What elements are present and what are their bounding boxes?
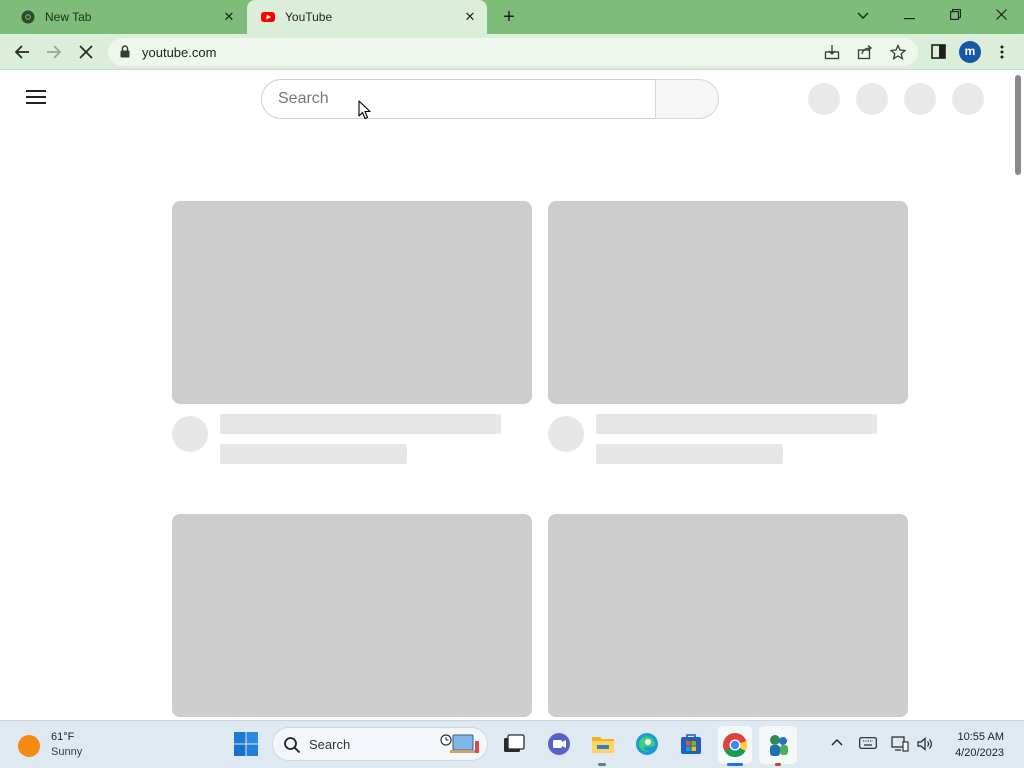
side-panel-icon[interactable]: [926, 40, 950, 64]
search-box[interactable]: [261, 79, 657, 119]
network-icon[interactable]: [890, 734, 910, 755]
restore-button[interactable]: [941, 4, 969, 26]
edge-icon[interactable]: [633, 730, 661, 758]
lock-icon[interactable]: [120, 45, 132, 59]
running-indicator: [775, 763, 781, 766]
close-tab-icon[interactable]: ✕: [463, 10, 477, 24]
header-placeholder-circle: [952, 83, 984, 115]
weather-temperature: 61°F: [51, 731, 75, 743]
sun-icon: [18, 735, 40, 757]
scrollbar-thumb[interactable]: [1015, 75, 1021, 175]
url-text[interactable]: youtube.com: [142, 45, 216, 60]
screen: New Tab ✕ YouTube ✕ + youtube.com m Sear…: [0, 0, 1024, 768]
bookmark-star-icon[interactable]: [888, 42, 908, 62]
channel-avatar-placeholder: [548, 416, 584, 452]
video-thumbnail-placeholder: [172, 201, 532, 404]
windows-start-icon[interactable]: [233, 731, 261, 759]
search-highlight-icon: [439, 732, 483, 758]
header-placeholder-circle: [856, 83, 888, 115]
share-icon[interactable]: [855, 42, 875, 62]
channel-avatar-placeholder: [172, 416, 208, 452]
meta-placeholder: [220, 444, 407, 464]
title-placeholder: [220, 414, 501, 434]
system-clock[interactable]: 10:55 AM 4/20/2023: [955, 729, 1004, 761]
minimize-button[interactable]: [895, 4, 923, 26]
tab-youtube[interactable]: YouTube ✕: [247, 0, 487, 34]
title-placeholder: [596, 414, 877, 434]
close-window-button[interactable]: [987, 4, 1015, 26]
youtube-icon: [261, 10, 275, 24]
video-thumbnail-placeholder: [548, 514, 908, 717]
browser-toolbar: youtube.com m: [0, 34, 1024, 70]
clock-time: 10:55 AM: [957, 731, 1004, 743]
search-input[interactable]: [278, 89, 638, 109]
mouse-cursor-icon: [358, 100, 372, 120]
app-taskbar-button[interactable]: [759, 726, 797, 764]
tab-title: YouTube: [285, 10, 333, 24]
new-tab-button[interactable]: +: [498, 6, 520, 28]
chrome-icon: [21, 10, 35, 24]
keyboard-icon[interactable]: [858, 734, 878, 752]
scrollbar[interactable]: [1012, 71, 1024, 720]
profile-avatar[interactable]: m: [959, 41, 981, 63]
forward-button[interactable]: [42, 40, 66, 64]
youtube-page: [0, 71, 1024, 720]
header-placeholder-circle: [808, 83, 840, 115]
video-thumbnail-placeholder: [548, 201, 908, 404]
close-tab-icon[interactable]: ✕: [222, 10, 236, 24]
taskbar-search[interactable]: Search: [272, 727, 488, 761]
menu-icon[interactable]: [26, 90, 46, 106]
search-icon: [283, 736, 301, 754]
install-app-icon[interactable]: [822, 42, 842, 62]
meta-placeholder: [596, 444, 783, 464]
tab-title: New Tab: [45, 10, 92, 24]
stop-loading-button[interactable]: [74, 40, 98, 64]
teams-chat-icon[interactable]: [545, 730, 573, 758]
task-view-icon[interactable]: [500, 730, 528, 758]
windows-taskbar: 61°F Sunny Search 10:55 AM 4/20/2023: [0, 720, 1024, 768]
address-bar[interactable]: youtube.com: [108, 38, 918, 66]
tab-search-dropdown-icon[interactable]: [849, 4, 877, 26]
running-indicator: [598, 763, 606, 766]
tab-strip: New Tab ✕ YouTube ✕ +: [0, 0, 1024, 34]
microsoft-store-icon[interactable]: [677, 730, 705, 758]
active-indicator: [727, 763, 743, 766]
taskbar-search-label: Search: [309, 737, 351, 752]
show-hidden-icons-chevron[interactable]: [827, 734, 847, 749]
back-button[interactable]: [10, 40, 34, 64]
chrome-taskbar-button[interactable]: [718, 726, 752, 764]
clock-date: 4/20/2023: [955, 747, 1004, 759]
search-button[interactable]: [655, 79, 719, 119]
more-menu-icon[interactable]: [990, 40, 1014, 64]
video-thumbnail-placeholder: [172, 514, 532, 717]
weather-condition: Sunny: [51, 746, 83, 758]
tab-new-tab[interactable]: New Tab ✕: [8, 0, 246, 34]
header-placeholder-circle: [904, 83, 936, 115]
file-explorer-icon[interactable]: [589, 730, 617, 758]
volume-icon[interactable]: [916, 734, 936, 754]
